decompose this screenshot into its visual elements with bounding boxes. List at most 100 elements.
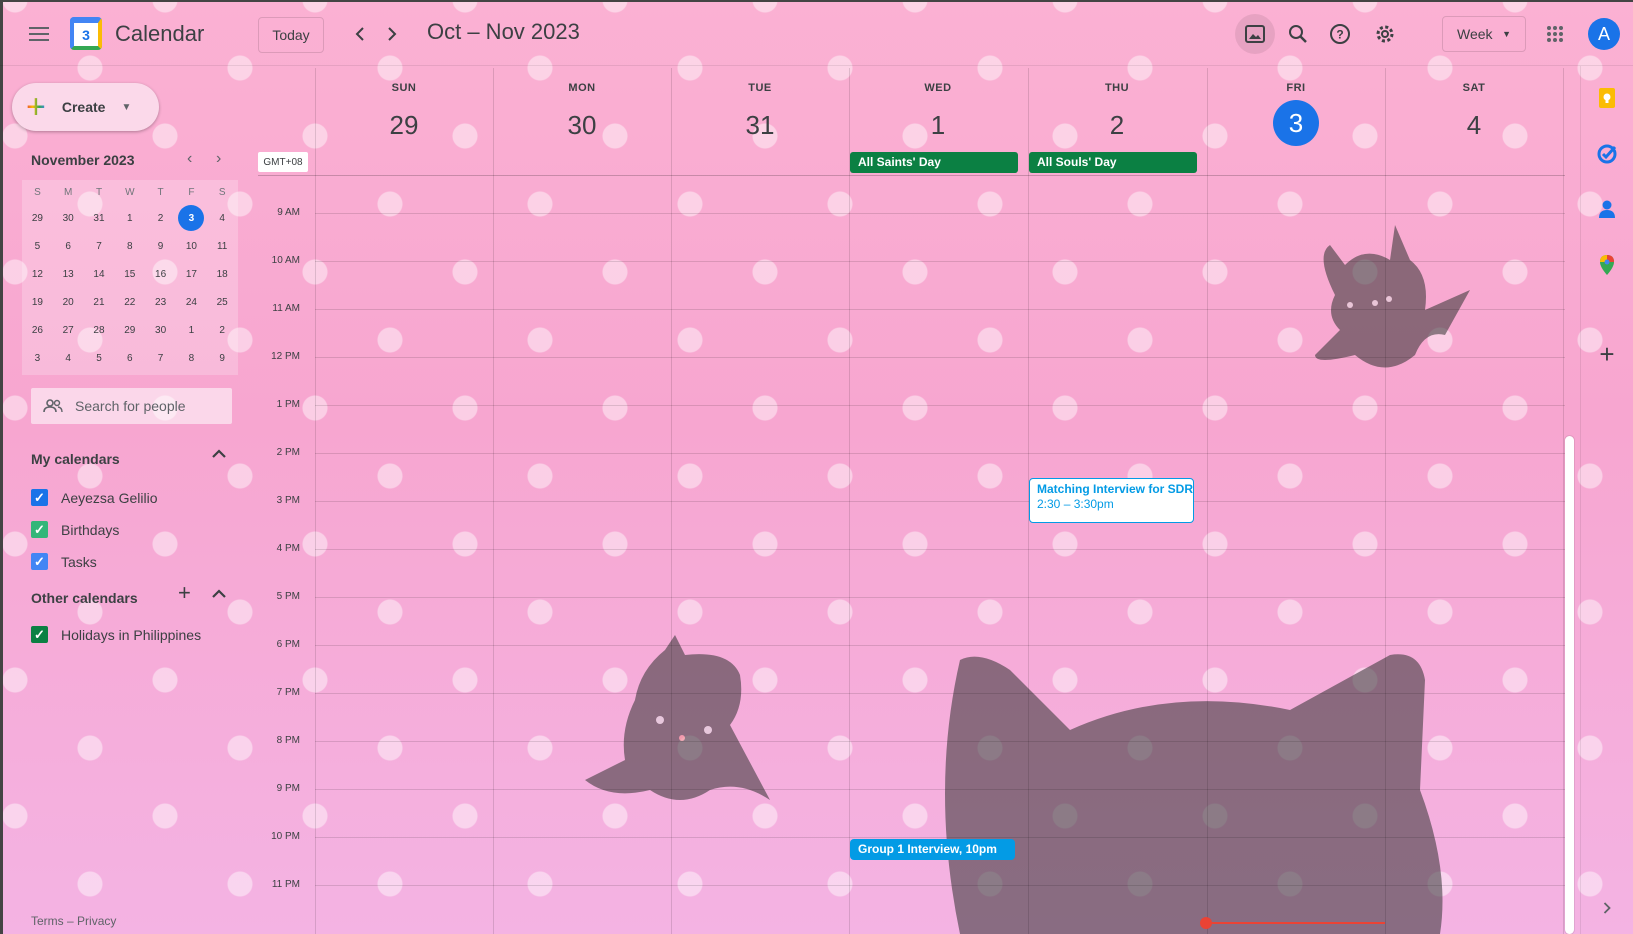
mini-calendar-day[interactable]: 3 — [178, 205, 205, 231]
day-date-number[interactable]: 4 — [1385, 102, 1563, 148]
my-calendars-header[interactable]: My calendars — [31, 451, 120, 467]
mini-calendar-day[interactable]: 9 — [145, 232, 176, 260]
calendar-list-item[interactable]: ✓ Holidays in Philippines — [31, 626, 201, 643]
day-header[interactable]: THU 2 — [1028, 82, 1206, 148]
mini-calendar-day[interactable]: 30 — [145, 316, 176, 344]
settings-button[interactable] — [1365, 14, 1405, 54]
search-people-input[interactable]: Search for people — [31, 388, 232, 424]
mini-calendar-day[interactable]: 6 — [114, 344, 145, 372]
mini-calendar-day[interactable]: 3 — [22, 344, 53, 372]
calendar-list-item[interactable]: ✓ Tasks — [31, 553, 97, 570]
next-week-button[interactable] — [372, 14, 412, 54]
mini-calendar-day[interactable]: 5 — [84, 344, 115, 372]
day-date-number[interactable]: 31 — [671, 102, 849, 148]
mini-calendar-day[interactable]: 30 — [53, 204, 84, 232]
google-apps-button[interactable] — [1535, 14, 1575, 54]
mini-calendar-day[interactable]: 1 — [114, 204, 145, 232]
mini-calendar-day[interactable]: 27 — [53, 316, 84, 344]
mini-calendar-day[interactable]: 12 — [22, 260, 53, 288]
account-avatar[interactable]: A — [1588, 18, 1620, 50]
checkbox-checked-icon[interactable]: ✓ — [31, 521, 48, 538]
checkbox-checked-icon[interactable]: ✓ — [31, 553, 48, 570]
calendar-event[interactable]: Matching Interview for SDR F 2:30 – 3:30… — [1029, 478, 1194, 523]
all-day-event[interactable]: All Souls' Day — [1029, 152, 1197, 173]
mini-calendar-day[interactable]: 6 — [53, 232, 84, 260]
mini-calendar-day[interactable]: 15 — [114, 260, 145, 288]
mini-calendar-day[interactable]: 7 — [145, 344, 176, 372]
today-date-number[interactable]: 3 — [1273, 100, 1319, 146]
tasks-icon[interactable] — [1595, 142, 1619, 166]
mini-calendar-day[interactable]: 13 — [53, 260, 84, 288]
calendar-list-label: Aeyezsa Gelilio — [61, 489, 158, 506]
mini-calendar-day[interactable]: 4 — [207, 204, 238, 232]
app-title[interactable]: Calendar — [115, 21, 204, 47]
view-switcher-dropdown[interactable]: Week ▼ — [1442, 16, 1526, 52]
day-date-number[interactable]: 30 — [493, 102, 671, 148]
mini-calendar-day[interactable]: 11 — [207, 232, 238, 260]
mini-calendar-day[interactable]: 9 — [207, 344, 238, 372]
day-header[interactable]: FRI 3 — [1207, 82, 1385, 146]
day-date-number[interactable]: 2 — [1028, 102, 1206, 148]
background-image-button[interactable] — [1235, 14, 1275, 54]
mini-calendar-day[interactable]: 29 — [114, 316, 145, 344]
calendar-logo-icon[interactable]: 3 — [70, 17, 102, 50]
today-button[interactable]: Today — [258, 17, 324, 53]
checkbox-checked-icon[interactable]: ✓ — [31, 626, 48, 643]
calendar-list-item[interactable]: ✓ Aeyezsa Gelilio — [31, 489, 158, 506]
main-menu-button[interactable] — [19, 14, 59, 54]
mini-calendar-day[interactable]: 29 — [22, 204, 53, 232]
mini-calendar-day[interactable]: 7 — [84, 232, 115, 260]
day-date-number[interactable]: 29 — [315, 102, 493, 148]
help-button[interactable]: ? — [1320, 14, 1360, 54]
mini-calendar-day[interactable]: 16 — [145, 260, 176, 288]
mini-calendar-day[interactable]: 14 — [84, 260, 115, 288]
mini-calendar-prev-button[interactable]: ‹ — [187, 150, 192, 168]
mini-calendar-day[interactable]: 10 — [176, 232, 207, 260]
grid-scrollbar[interactable] — [1565, 436, 1574, 934]
mini-calendar-day[interactable]: 1 — [176, 316, 207, 344]
mini-calendar-day[interactable]: 19 — [22, 288, 53, 316]
day-header[interactable]: MON 30 — [493, 82, 671, 148]
day-header[interactable]: WED 1 — [849, 82, 1027, 148]
mini-calendar-day[interactable]: 8 — [114, 232, 145, 260]
maps-icon[interactable] — [1595, 253, 1619, 277]
other-calendars-header[interactable]: Other calendars — [31, 590, 138, 606]
terms-link[interactable]: Terms — [31, 914, 64, 928]
day-header[interactable]: TUE 31 — [671, 82, 849, 148]
mini-calendar-day[interactable]: 8 — [176, 344, 207, 372]
svg-text:?: ? — [1336, 28, 1343, 42]
calendar-list-item[interactable]: ✓ Birthdays — [31, 521, 119, 538]
add-other-calendar-button[interactable]: + — [178, 582, 191, 604]
search-button[interactable] — [1278, 14, 1318, 54]
mini-calendar-day[interactable]: 22 — [114, 288, 145, 316]
mini-calendar-day[interactable]: 21 — [84, 288, 115, 316]
mini-calendar-day[interactable]: 28 — [84, 316, 115, 344]
mini-calendar-day[interactable]: 18 — [207, 260, 238, 288]
collapse-my-calendars-button[interactable] — [212, 446, 226, 464]
mini-calendar-next-button[interactable]: › — [216, 150, 221, 168]
day-date-number[interactable]: 1 — [849, 102, 1027, 148]
mini-calendar-day[interactable]: 20 — [53, 288, 84, 316]
mini-calendar-day[interactable]: 24 — [176, 288, 207, 316]
keep-icon[interactable] — [1595, 86, 1619, 110]
mini-calendar-day[interactable]: 25 — [207, 288, 238, 316]
all-day-event[interactable]: All Saints' Day — [850, 152, 1018, 173]
privacy-link[interactable]: Privacy — [77, 914, 116, 928]
mini-calendar-day[interactable]: 2 — [207, 316, 238, 344]
mini-calendar-day[interactable]: 17 — [176, 260, 207, 288]
mini-calendar-day[interactable]: 26 — [22, 316, 53, 344]
day-header[interactable]: SAT 4 — [1385, 82, 1563, 148]
checkbox-checked-icon[interactable]: ✓ — [31, 489, 48, 506]
mini-calendar-day[interactable]: 5 — [22, 232, 53, 260]
collapse-other-calendars-button[interactable] — [212, 586, 226, 604]
mini-calendar-day[interactable]: 2 — [145, 204, 176, 232]
expand-side-panel-icon[interactable] — [1595, 896, 1619, 920]
day-header[interactable]: SUN 29 — [315, 82, 493, 148]
calendar-event[interactable]: Group 1 Interview, 10pm — [850, 839, 1015, 860]
mini-calendar-day[interactable]: 23 — [145, 288, 176, 316]
add-addon-icon[interactable]: + — [1595, 339, 1619, 369]
contacts-icon[interactable] — [1595, 197, 1619, 221]
create-button[interactable]: + Create ▼ — [12, 83, 159, 131]
mini-calendar-day[interactable]: 31 — [84, 204, 115, 232]
mini-calendar-day[interactable]: 4 — [53, 344, 84, 372]
